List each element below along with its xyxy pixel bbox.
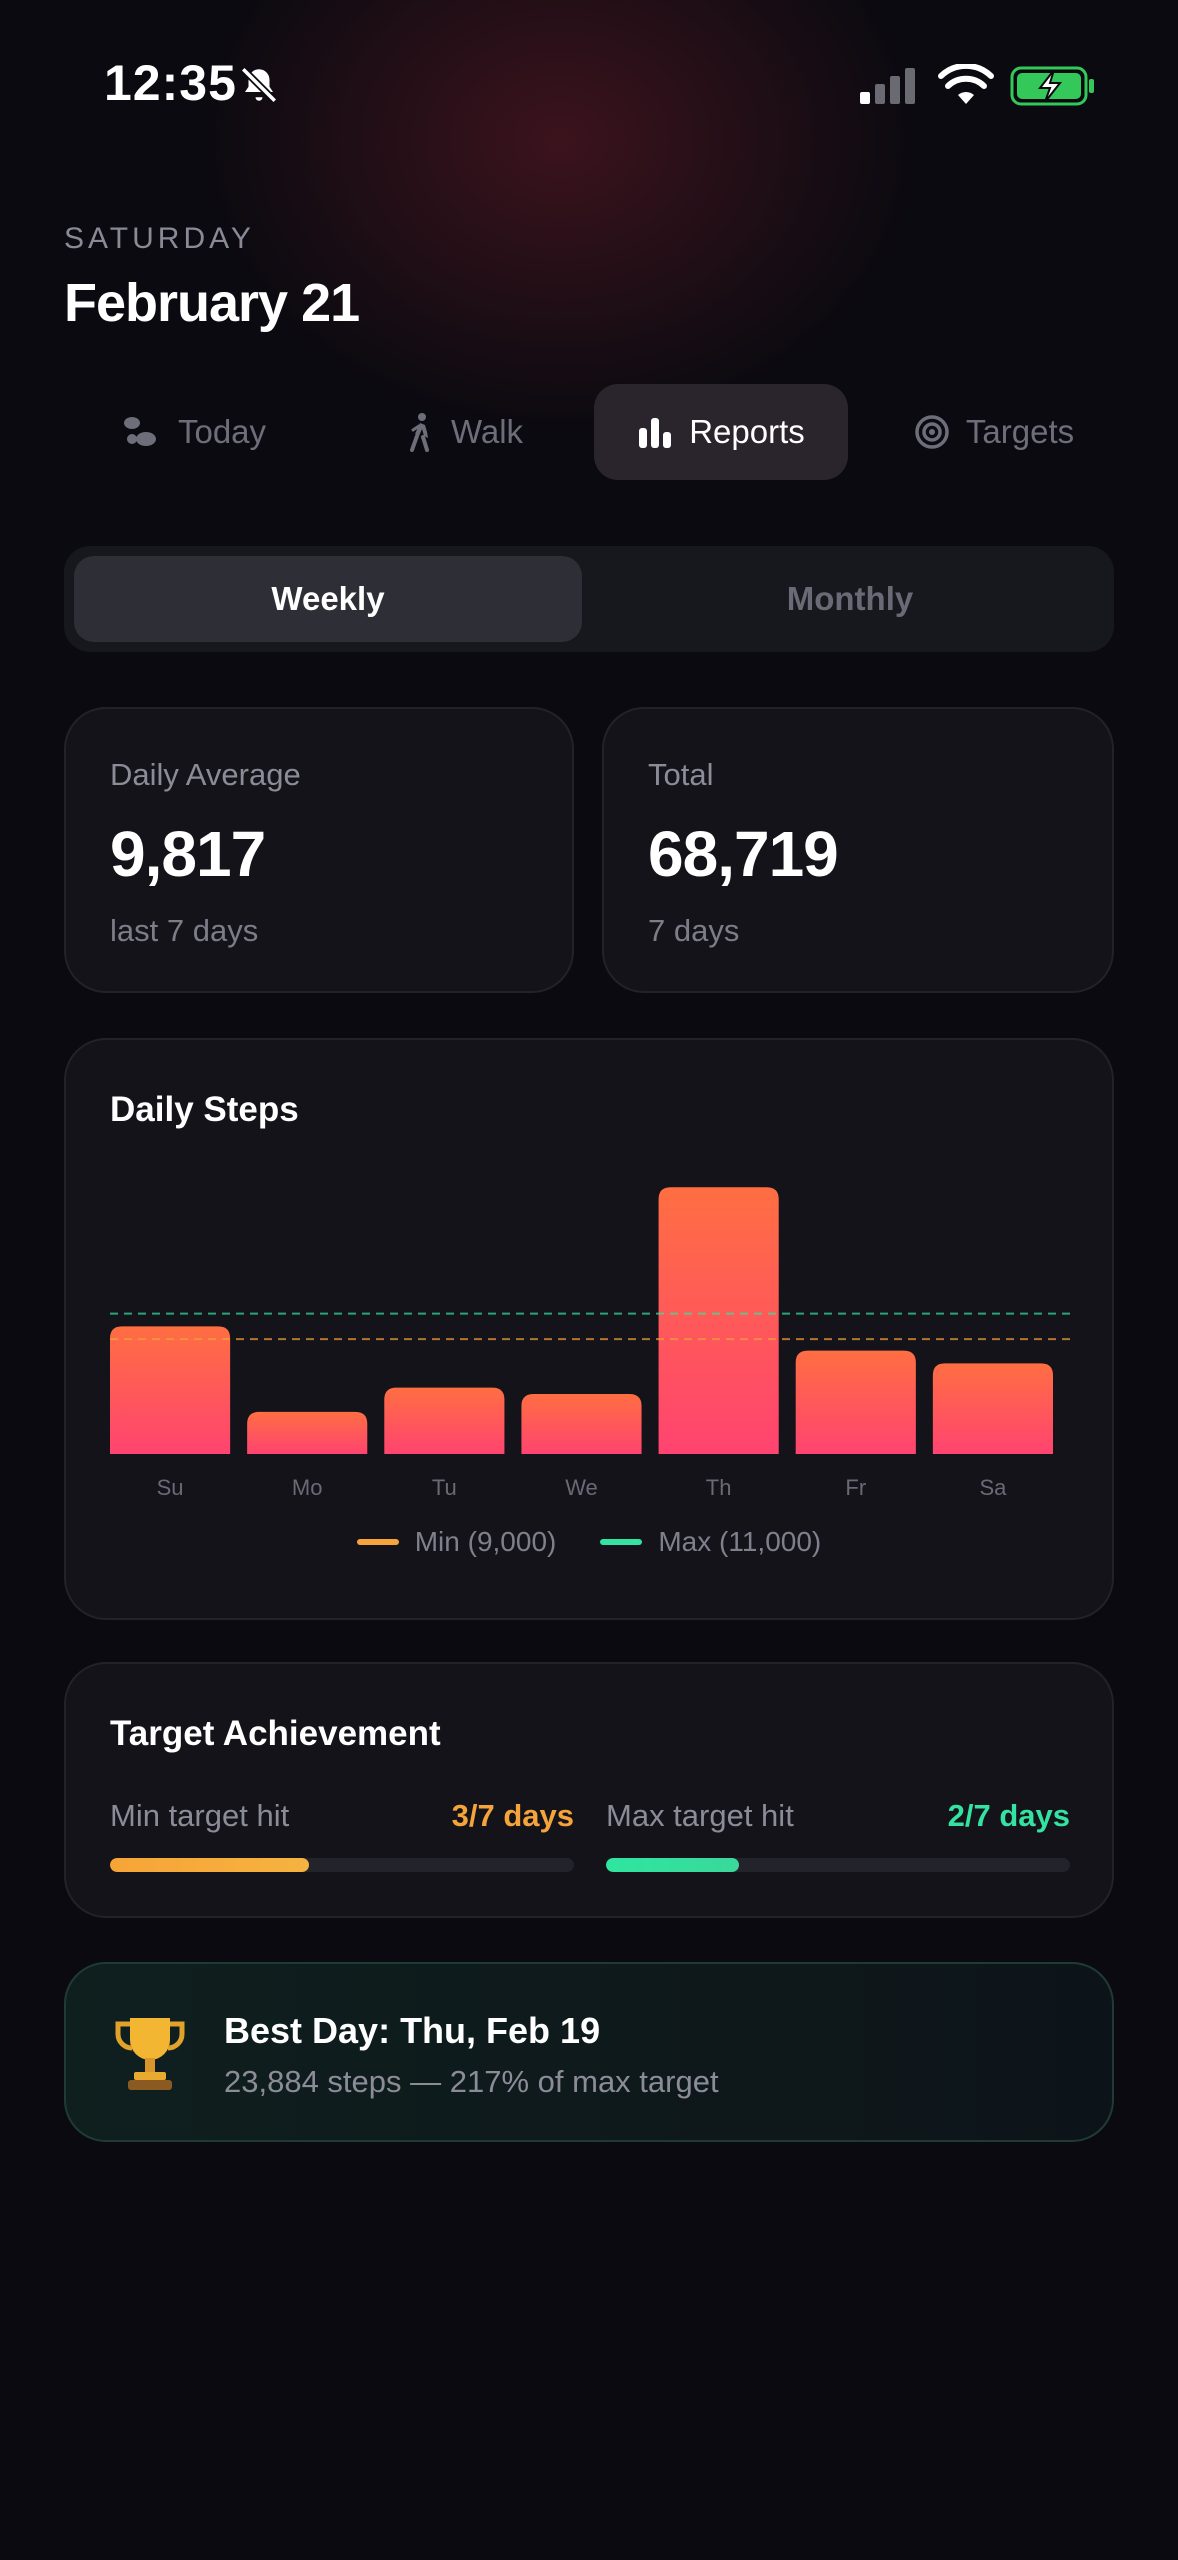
status-bar: 12:35 (0, 0, 1178, 170)
legend-max-label: Max (11,000) (658, 1526, 822, 1557)
tab-reports[interactable]: Reports (594, 384, 848, 480)
footprints-icon (123, 417, 156, 446)
total-sub: 7 days (648, 913, 740, 948)
bar-th[interactable] (658, 1187, 779, 1454)
best-day-card: Best Day: Thu, Feb 19 23,884 steps — 217… (64, 1962, 1114, 2142)
legend-max-swatch (600, 1539, 643, 1545)
monthly-button[interactable]: Monthly (596, 556, 1104, 642)
period-toggle: Weekly Monthly (64, 546, 1114, 652)
tab-targets-label: Targets (965, 413, 1075, 450)
x-tick-label: Th (706, 1475, 732, 1500)
total-value: 68,719 (648, 818, 839, 890)
bell-slash-icon (240, 66, 278, 104)
wifi-icon (938, 64, 994, 104)
x-tick-label: Fr (845, 1475, 866, 1500)
daily-average-label: Daily Average (110, 757, 301, 792)
target-icon (915, 415, 949, 449)
page-title: February 21 (64, 273, 360, 333)
min-target-value: 3/7 days (451, 1798, 574, 1833)
tab-walk-label: Walk (450, 413, 524, 450)
bar-sa[interactable] (932, 1363, 1053, 1454)
trophy-icon (115, 2018, 185, 2090)
tab-today-label: Today (177, 413, 267, 450)
bar-tu[interactable] (384, 1387, 505, 1454)
x-tick-label: Mo (292, 1475, 323, 1500)
bar-fr[interactable] (795, 1350, 916, 1454)
min-target-block: Min target hit 3/7 days (110, 1798, 574, 1878)
bar-we[interactable] (521, 1394, 642, 1454)
max-target-progress-fill (606, 1858, 739, 1872)
legend-min-swatch (356, 1539, 399, 1545)
weekly-button[interactable]: Weekly (74, 556, 582, 642)
x-tick-label: We (565, 1475, 598, 1500)
best-day-subtitle: 23,884 steps — 217% of max target (224, 2064, 719, 2099)
tab-reports-label: Reports (689, 413, 805, 450)
bar-chart-icon (639, 418, 672, 448)
daily-steps-chart: Su Mo Tu We Th Fr Sa (110, 1187, 1070, 1500)
max-target-block: Max target hit 2/7 days (606, 1798, 1070, 1878)
daily-average-sub: last 7 days (110, 913, 259, 948)
top-nav: Today Walk Reports Targets (64, 384, 1114, 484)
max-target-value: 2/7 days (947, 1798, 1070, 1833)
min-target-label: Min target hit (110, 1798, 290, 1833)
min-target-progress (110, 1858, 574, 1872)
tab-walk[interactable]: Walk (384, 384, 544, 480)
target-achievement-title: Target Achievement (110, 1714, 441, 1753)
tab-targets[interactable]: Targets (894, 384, 1094, 480)
total-card: Total 68,719 7 days (602, 707, 1114, 993)
legend-max: Max (11,000) (600, 1526, 821, 1558)
x-tick-label: Tu (432, 1475, 457, 1500)
x-tick-label: Su (157, 1475, 184, 1500)
x-tick-label: Sa (979, 1475, 1007, 1500)
tab-today[interactable]: Today (104, 384, 284, 480)
total-label: Total (648, 757, 714, 792)
daily-steps-card: Daily Steps Su Mo Tu We Th Fr Sa Min (9,000) M… (64, 1038, 1114, 1620)
best-day-title: Best Day: Thu, Feb 19 (224, 2010, 601, 2051)
walking-person-icon (409, 413, 429, 452)
max-target-progress (606, 1858, 1070, 1872)
daily-average-card: Daily Average 9,817 last 7 days (64, 707, 574, 993)
bar-mo[interactable] (247, 1411, 368, 1454)
chart-legend: Min (9,000) Max (11,000) (66, 1526, 1112, 1558)
min-target-progress-fill (110, 1858, 309, 1872)
cellular-signal-icon (860, 68, 915, 104)
legend-min: Min (9,000) (356, 1526, 557, 1558)
target-achievement-card: Target Achievement Min target hit 3/7 da… (64, 1662, 1114, 1918)
battery-charging-icon (1010, 66, 1094, 106)
status-time: 12:35 (104, 55, 237, 111)
daily-average-value: 9,817 (110, 818, 266, 890)
bar-su[interactable] (110, 1326, 231, 1454)
legend-min-label: Min (9,000) (414, 1526, 557, 1557)
weekday-label: SATURDAY (64, 222, 255, 255)
max-target-label: Max target hit (606, 1798, 794, 1833)
